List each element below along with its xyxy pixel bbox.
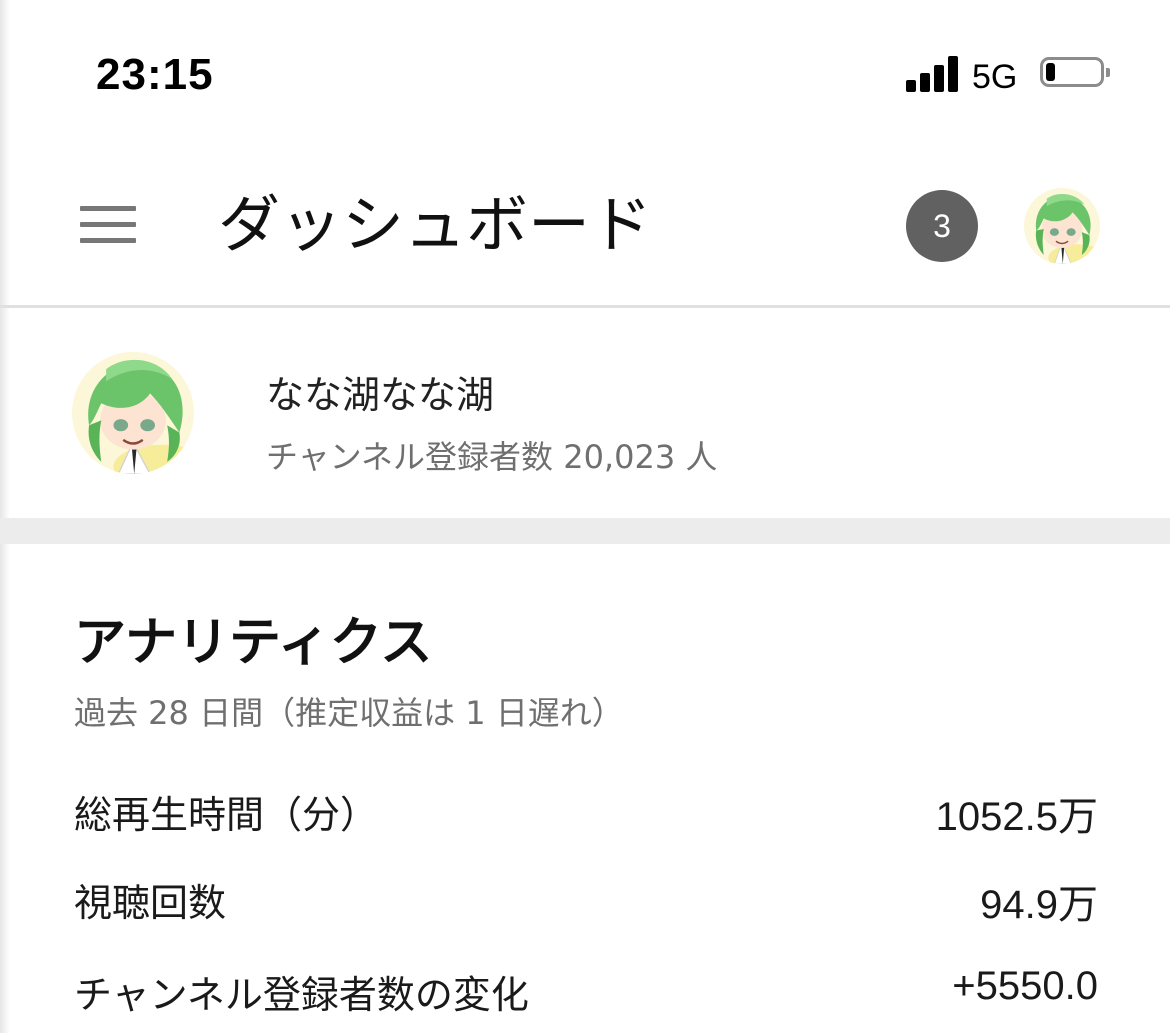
analytics-period: 過去 28 日間（推定収益は 1 日遅れ） — [74, 694, 624, 732]
metric-label: 総再生時間（分） — [74, 793, 379, 837]
battery-icon — [1040, 57, 1110, 87]
battery-tip — [1106, 68, 1110, 77]
metric-value: 1052.5万 — [935, 795, 1098, 839]
notification-badge[interactable]: 3 — [906, 190, 978, 262]
channel-avatar-image — [72, 352, 194, 474]
section-separator — [0, 518, 1170, 544]
metric-views[interactable]: 視聴回数 94.9万 — [74, 872, 1098, 932]
dashboard-screen: 23:15 5G ダッシュボード 3 なな湖なな湖 チャンネル登録者数 20,0… — [0, 0, 1170, 1033]
network-type: 5G — [972, 58, 1018, 96]
metric-value: 94.9万 — [980, 883, 1098, 927]
metric-label: チャンネル登録者数の変化 — [74, 973, 529, 1017]
edge-shadow — [0, 0, 10, 1033]
channel-name: なな湖なな湖 — [266, 373, 495, 417]
account-avatar[interactable] — [1024, 188, 1100, 264]
metric-label: 視聴回数 — [74, 881, 227, 925]
metric-value: +5550.0 — [952, 964, 1098, 1008]
menu-icon[interactable] — [80, 206, 136, 244]
analytics-title: アナリティクス — [74, 613, 433, 673]
metric-subscriber-change[interactable]: チャンネル登録者数の変化 +5550.0 — [74, 964, 1098, 1024]
avatar-image — [1024, 188, 1100, 264]
subscriber-count: チャンネル登録者数 20,023 人 — [266, 438, 718, 476]
metric-watch-time[interactable]: 総再生時間（分） 1052.5万 — [74, 784, 1098, 844]
channel-avatar[interactable] — [72, 352, 194, 474]
status-time: 23:15 — [96, 50, 214, 99]
battery-level — [1046, 63, 1055, 81]
header-divider — [0, 305, 1170, 308]
page-title: ダッシュボード — [218, 188, 653, 261]
signal-strength-icon — [906, 56, 960, 92]
